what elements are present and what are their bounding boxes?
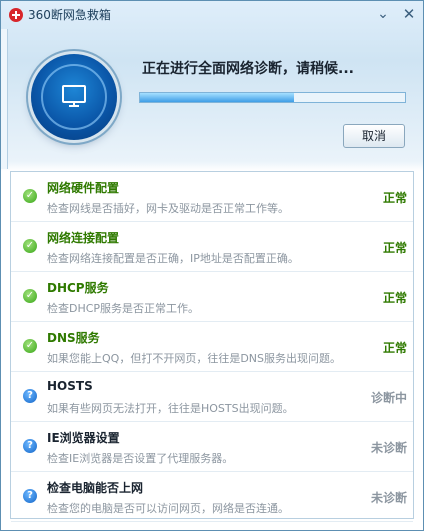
check-status: 正常 xyxy=(382,291,407,305)
check-icon: ✓ xyxy=(23,189,37,203)
title-bar: 360断网急救箱 ⌄ ✕ xyxy=(1,1,423,29)
check-status: 正常 xyxy=(382,341,407,355)
check-row-hardware: ✓ 网络硬件配置检查网线是否插好，网卡及驱动是否正常工作等。 正常 xyxy=(11,172,413,222)
check-row-hosts: ? HOSTS 如果有些网页无法打开，往往是HOSTS出现问题。 诊断中 xyxy=(11,372,413,422)
check-row-dns: ✓ DNS服务如果您能上QQ，但打不开网页，往往是DNS服务出现问题。 正常 xyxy=(11,322,413,372)
progress-fill xyxy=(140,93,294,102)
check-title: 网络连接配置 xyxy=(47,231,120,245)
check-description: 如果您能上QQ，但打不开网页，往往是DNS服务出现问题。 xyxy=(47,352,341,365)
check-row-ie-settings: ? IE浏览器设置检查IE浏览器是否设置了代理服务器。 未诊断 xyxy=(11,422,413,472)
check-description: 如果有些网页无法打开，往往是HOSTS出现问题。 xyxy=(47,402,294,415)
check-icon: ✓ xyxy=(23,339,37,353)
minimize-button[interactable]: ⌄ xyxy=(373,5,393,23)
app-logo-icon xyxy=(9,8,23,22)
check-description: 检查您的电脑是否可以访问网页，网络是否连通。 xyxy=(47,502,289,515)
check-status: 正常 xyxy=(382,241,407,255)
side-strip xyxy=(1,29,8,169)
diagnosis-progress-bar xyxy=(139,92,406,103)
check-description: 检查IE浏览器是否设置了代理服务器。 xyxy=(47,452,234,465)
cancel-button[interactable]: 取消 xyxy=(343,124,405,148)
monitor-stand xyxy=(69,105,79,107)
check-status: 正常 xyxy=(382,191,407,205)
check-row-dhcp: ✓ DHCP服务检查DHCP服务是否正常工作。 正常 xyxy=(11,272,413,322)
close-button[interactable]: ✕ xyxy=(399,5,419,23)
check-row-connection: ✓ 网络连接配置检查网络连接配置是否正确，IP地址是否配置正确。 正常 xyxy=(11,222,413,272)
check-description: 检查DHCP服务是否正常工作。 xyxy=(47,302,200,315)
check-title: DHCP服务 xyxy=(47,281,109,295)
diagnosis-check-list: ✓ 网络硬件配置 检查网线是否插好，网卡及驱动是否正常工作等。 正常 ✓ 网络连接配置 检查… xyxy=(10,171,414,522)
check-title: DNS服务 xyxy=(47,331,100,345)
window-title: 360断网急救箱 xyxy=(28,8,111,22)
check-status: 未诊断 xyxy=(370,441,407,455)
network-diagnosis-icon xyxy=(31,54,117,140)
check-title: HOSTS xyxy=(47,379,93,393)
monitor-icon xyxy=(62,85,86,103)
check-description: 检查网络连接配置是否正确，IP地址是否配置正确。 xyxy=(47,252,299,265)
check-title: IE浏览器设置 xyxy=(47,431,120,445)
check-description: 检查网线是否插好，网卡及驱动是否正常工作等。 xyxy=(47,202,289,215)
check-status: 诊断中 xyxy=(370,391,407,405)
question-icon: ? xyxy=(23,389,37,403)
check-title: 检查电脑能否上网 xyxy=(47,481,144,495)
question-icon: ? xyxy=(23,489,37,503)
check-title: 网络硬件配置 xyxy=(47,181,120,195)
question-icon: ? xyxy=(23,439,37,453)
check-status: 未诊断 xyxy=(370,491,407,505)
diagnosis-status-text: 正在进行全面网络诊断，请稍候... xyxy=(142,61,354,77)
check-icon: ✓ xyxy=(23,289,37,303)
check-icon: ✓ xyxy=(23,239,37,253)
app-window: 360断网急救箱 ⌄ ✕ 正在进行全面网络诊断，请稍候... 取消 ✓ 网络硬件配… xyxy=(0,0,424,531)
check-row-internet: ? 检查电脑能否上网检查您的电脑是否可以访问网页，网络是否连通。 未诊断 xyxy=(11,472,413,522)
